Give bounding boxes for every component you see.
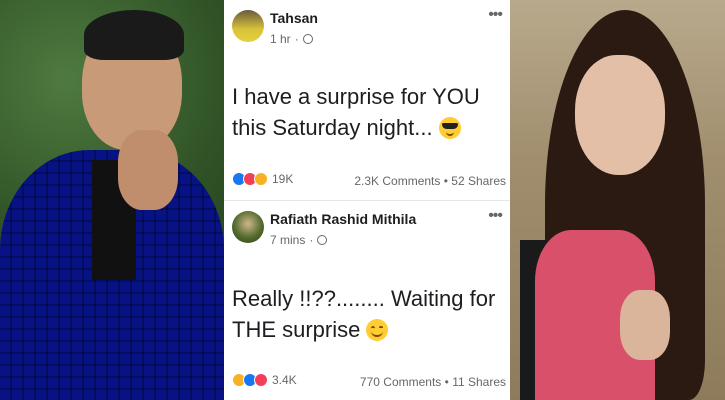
reaction-count: 3.4K [272,373,297,387]
globe-icon [317,235,328,245]
man-hair [84,10,184,60]
post-text: I have a surprise for YOU this Saturday … [232,81,502,143]
more-options-icon[interactable]: ••• [488,207,503,225]
reactions-summary[interactable]: 3.4K [232,373,297,387]
comments-count[interactable]: 770 Comments [360,375,441,389]
facebook-feed: Tahsan 1 hr · ••• I have a surprise for … [224,0,510,400]
post-meta: 7 mins · [270,233,328,247]
post-time[interactable]: 7 mins [270,233,305,247]
engagement-stats: 770 Comments • 11 Shares [360,375,506,389]
avatar[interactable] [232,10,264,42]
smiling-emoji-icon [366,319,389,341]
wow-reaction-icon [254,172,268,186]
globe-icon [302,34,313,44]
reactions-summary[interactable]: 19K [232,172,293,186]
shares-count[interactable]: 11 Shares [452,375,506,389]
reaction-count: 19K [272,172,294,186]
woman-hand [620,290,670,360]
meta-separator: · [309,233,314,247]
man-hand [118,130,178,210]
meta-separator: · [294,32,299,46]
love-reaction-icon [254,373,268,387]
avatar[interactable] [232,211,264,243]
post-time[interactable]: 1 hr [270,32,291,46]
post-mithila: Rafiath Rashid Mithila 7 mins · ••• Real… [224,200,510,400]
post-author[interactable]: Tahsan [270,10,318,26]
more-options-icon[interactable]: ••• [488,6,503,24]
post-author[interactable]: Rafiath Rashid Mithila [270,211,416,227]
post-meta: 1 hr · [270,32,313,46]
post-tahsan: Tahsan 1 hr · ••• I have a surprise for … [224,0,510,200]
post-text: Really !!??........ Waiting for THE surp… [232,283,502,345]
engagement-stats: 2.3K Comments • 52 Shares [354,174,506,188]
shares-count[interactable]: 52 Shares [451,174,506,188]
left-photo [0,0,224,400]
woman-head [575,55,665,175]
post-text-content: Really !!??........ Waiting for THE surp… [232,286,496,342]
sunglasses-emoji-icon [438,117,461,139]
comments-count[interactable]: 2.3K Comments [354,174,440,188]
